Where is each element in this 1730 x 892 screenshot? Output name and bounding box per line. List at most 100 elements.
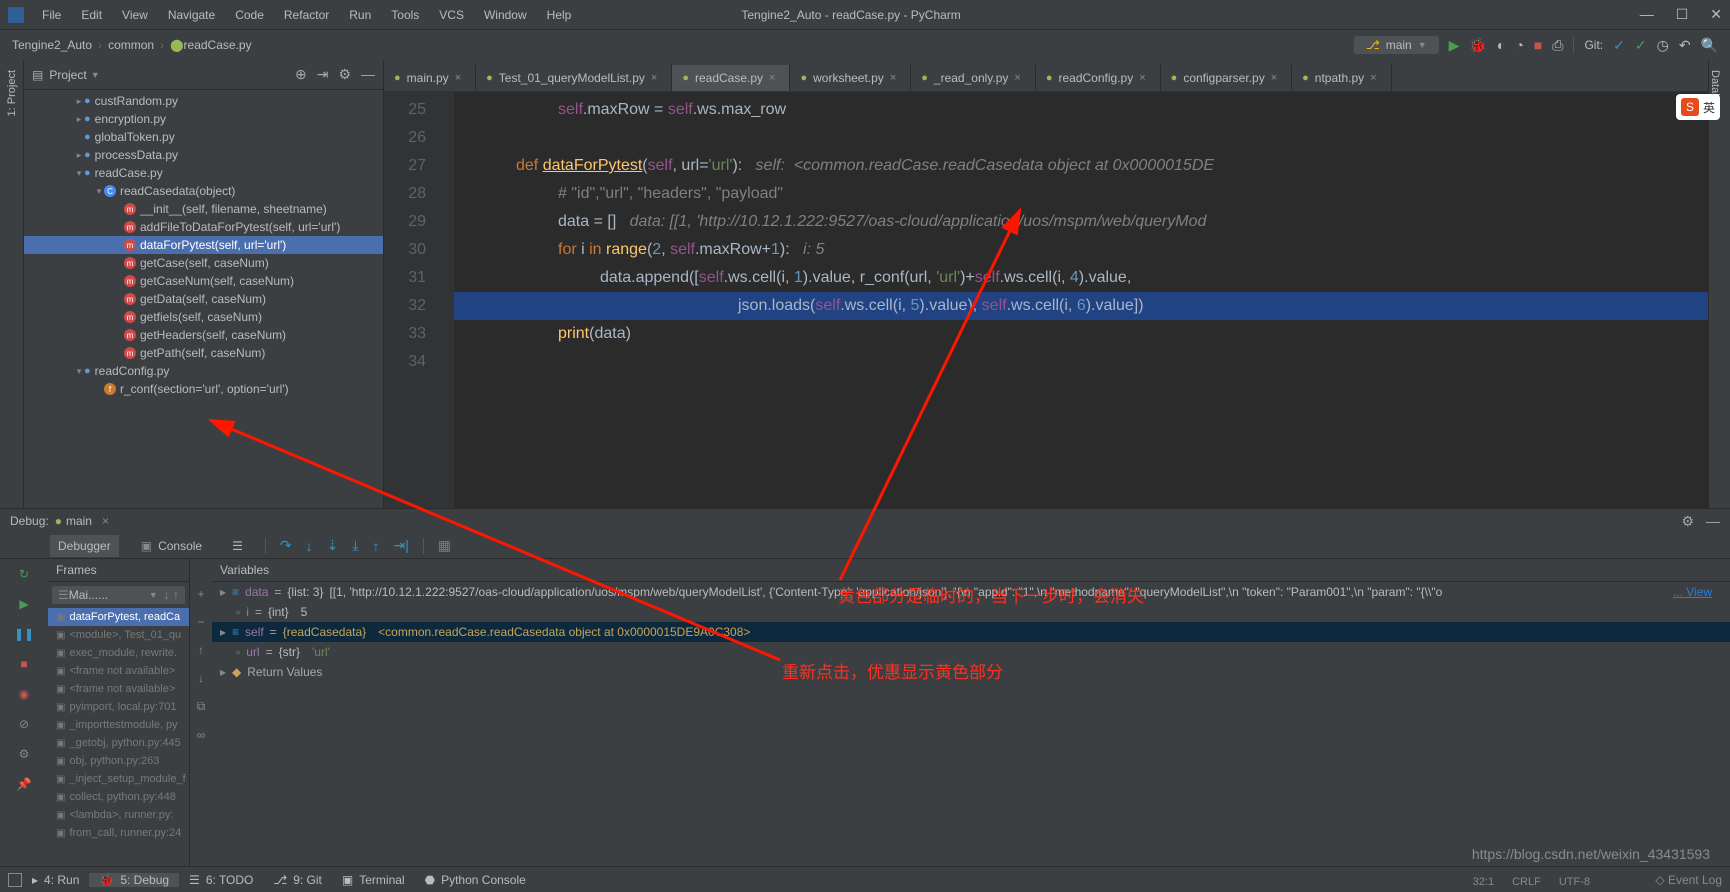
maximize-icon[interactable]: ☐ [1676, 6, 1689, 23]
remove-watch-icon[interactable]: − [197, 615, 204, 629]
menu-code[interactable]: Code [225, 4, 274, 26]
crumb-project[interactable]: Tengine2_Auto [12, 38, 92, 52]
menu-navigate[interactable]: Navigate [158, 4, 225, 26]
frame-row[interactable]: ▣obj, python.py:263 [48, 752, 189, 770]
threads-icon[interactable]: ☰ [224, 535, 251, 557]
gear-icon[interactable]: ⚙ [338, 66, 351, 83]
step-into-my-icon[interactable]: ⇣ [327, 537, 339, 554]
var-self[interactable]: ▸≡ self = {readCasedata} <common.readCas… [212, 622, 1730, 642]
toggle-tool-icon[interactable] [8, 873, 22, 887]
tab-main[interactable]: ●main.py× [384, 65, 476, 91]
git-commit-icon[interactable]: ✓ [1635, 37, 1647, 54]
menu-refactor[interactable]: Refactor [274, 4, 339, 26]
close-icon[interactable]: × [102, 514, 109, 528]
frame-row[interactable]: ▣<frame not available> [48, 680, 189, 698]
tab-readonly[interactable]: ●_read_only.py× [911, 65, 1036, 91]
frame-row[interactable]: ▣dataForPytest, readCa [48, 608, 189, 626]
debug-icon[interactable]: 🐞 [1469, 37, 1486, 54]
git-update-icon[interactable]: ✓ [1613, 37, 1625, 54]
gear-icon[interactable]: ⚙ [1681, 513, 1694, 530]
pin-icon[interactable]: 📌 [17, 777, 32, 791]
debug-run-config[interactable]: ●main × [55, 514, 109, 528]
tab-ntpath[interactable]: ●ntpath.py× [1292, 65, 1391, 91]
coverage-icon[interactable]: ◐ [1497, 37, 1505, 53]
evaluate-icon[interactable]: ▦ [438, 537, 451, 554]
attach-icon[interactable]: ⎙ [1552, 37, 1563, 54]
view-link[interactable]: ... View [1673, 585, 1722, 599]
expand-icon[interactable]: ⇥ [317, 66, 329, 83]
add-watch-icon[interactable]: + [197, 587, 204, 601]
resume-icon[interactable]: ▶ [19, 597, 28, 611]
git-rollback-icon[interactable]: ↶ [1679, 37, 1691, 54]
force-step-icon[interactable]: ⤓ [352, 537, 358, 554]
profile-icon[interactable]: ◔ [1515, 37, 1523, 53]
tab-python-console[interactable]: ⬣ Python Console [415, 873, 536, 887]
rerun-icon[interactable]: ↻ [19, 567, 29, 581]
console-tab[interactable]: ▣Console [133, 535, 210, 557]
debugger-tab[interactable]: Debugger [50, 535, 119, 557]
tab-git[interactable]: ⎇ 9: Git [263, 873, 332, 887]
step-into-icon[interactable]: ↓ [306, 538, 313, 554]
menu-view[interactable]: View [112, 4, 158, 26]
select-opened-icon[interactable]: ⊕ [295, 66, 307, 83]
menu-tools[interactable]: Tools [381, 4, 429, 26]
copy-icon[interactable]: ⧉ [197, 699, 206, 714]
close-icon[interactable]: × [1139, 72, 1145, 84]
close-icon[interactable]: ✕ [1710, 6, 1722, 23]
tab-readconfig[interactable]: ●readConfig.py× [1036, 65, 1161, 91]
run-to-cursor-icon[interactable]: ⇥| [394, 537, 409, 554]
settings-icon[interactable]: ⚙ [19, 747, 30, 761]
tab-todo[interactable]: ☰ 6: TODO [179, 873, 263, 887]
stop-icon[interactable]: ■ [1534, 37, 1542, 53]
tab-readcase[interactable]: ●readCase.py× [672, 65, 790, 91]
close-icon[interactable]: × [455, 72, 461, 84]
menu-help[interactable]: Help [537, 4, 582, 26]
up-icon[interactable]: ↑ [198, 643, 204, 657]
step-over-icon[interactable]: ↷ [280, 537, 292, 554]
frame-row[interactable]: ▣<lambda>, runner.py: [48, 806, 189, 824]
menu-window[interactable]: Window [474, 4, 537, 26]
frame-row[interactable]: ▣exec_module, rewrite. [48, 644, 189, 662]
frame-row[interactable]: ▣collect, python.py:448 [48, 788, 189, 806]
ime-badge[interactable]: S 英 [1676, 94, 1720, 120]
close-icon[interactable]: × [1271, 72, 1277, 84]
thread-selector[interactable]: ☰ Mai......▼ ↓ ↑ [52, 586, 185, 604]
view-breakpoints-icon[interactable]: ◉ [19, 687, 29, 701]
close-icon[interactable]: × [1014, 72, 1020, 84]
tab-configparser[interactable]: ●configparser.py× [1161, 65, 1292, 91]
chevron-down-icon[interactable]: ▼ [91, 70, 100, 80]
tab-test01[interactable]: ●Test_01_queryModelList.py× [476, 65, 672, 91]
close-icon[interactable]: × [1370, 72, 1376, 84]
stop-icon[interactable]: ■ [20, 657, 27, 671]
tab-worksheet[interactable]: ●worksheet.py× [790, 65, 911, 91]
search-icon[interactable]: 🔍 [1701, 37, 1718, 54]
down-icon[interactable]: ↓ [198, 671, 204, 685]
event-log-button[interactable]: ◇ Event Log [1655, 873, 1722, 887]
run-config-selector[interactable]: ⎇ main ▼ [1354, 36, 1439, 54]
run-icon[interactable]: ▶ [1449, 37, 1460, 54]
project-tool-button[interactable]: 1: Project [6, 70, 18, 116]
frame-row[interactable]: ▣_importtestmodule, py [48, 716, 189, 734]
frame-row[interactable]: ▣_inject_setup_module_f [48, 770, 189, 788]
tab-run[interactable]: ▸ 4: Run [22, 873, 89, 887]
crumb-folder[interactable]: common [108, 38, 154, 52]
hide-icon[interactable]: — [1706, 513, 1720, 530]
tab-terminal[interactable]: ▣ Terminal [332, 873, 415, 887]
frame-row[interactable]: ▣pyimport, local.py:701 [48, 698, 189, 716]
close-icon[interactable]: × [769, 72, 775, 84]
close-icon[interactable]: × [890, 72, 896, 84]
close-icon[interactable]: × [651, 72, 657, 84]
minimize-icon[interactable]: — [1640, 6, 1654, 23]
pause-icon[interactable]: ❚❚ [14, 627, 34, 641]
menu-edit[interactable]: Edit [71, 4, 112, 26]
frame-row[interactable]: ▣<frame not available> [48, 662, 189, 680]
hide-icon[interactable]: — [361, 66, 375, 83]
menu-file[interactable]: File [32, 4, 71, 26]
step-out-icon[interactable]: ↑ [373, 538, 380, 554]
menu-vcs[interactable]: VCS [429, 4, 474, 26]
frame-row[interactable]: ▣from_call, runner.py:24 [48, 824, 189, 842]
frame-row[interactable]: ▣<module>, Test_01_qu [48, 626, 189, 644]
mute-breakpoints-icon[interactable]: ⊘ [19, 717, 29, 731]
frame-row[interactable]: ▣_getobj, python.py:445 [48, 734, 189, 752]
tab-debug[interactable]: 🐞 5: Debug [89, 873, 179, 887]
